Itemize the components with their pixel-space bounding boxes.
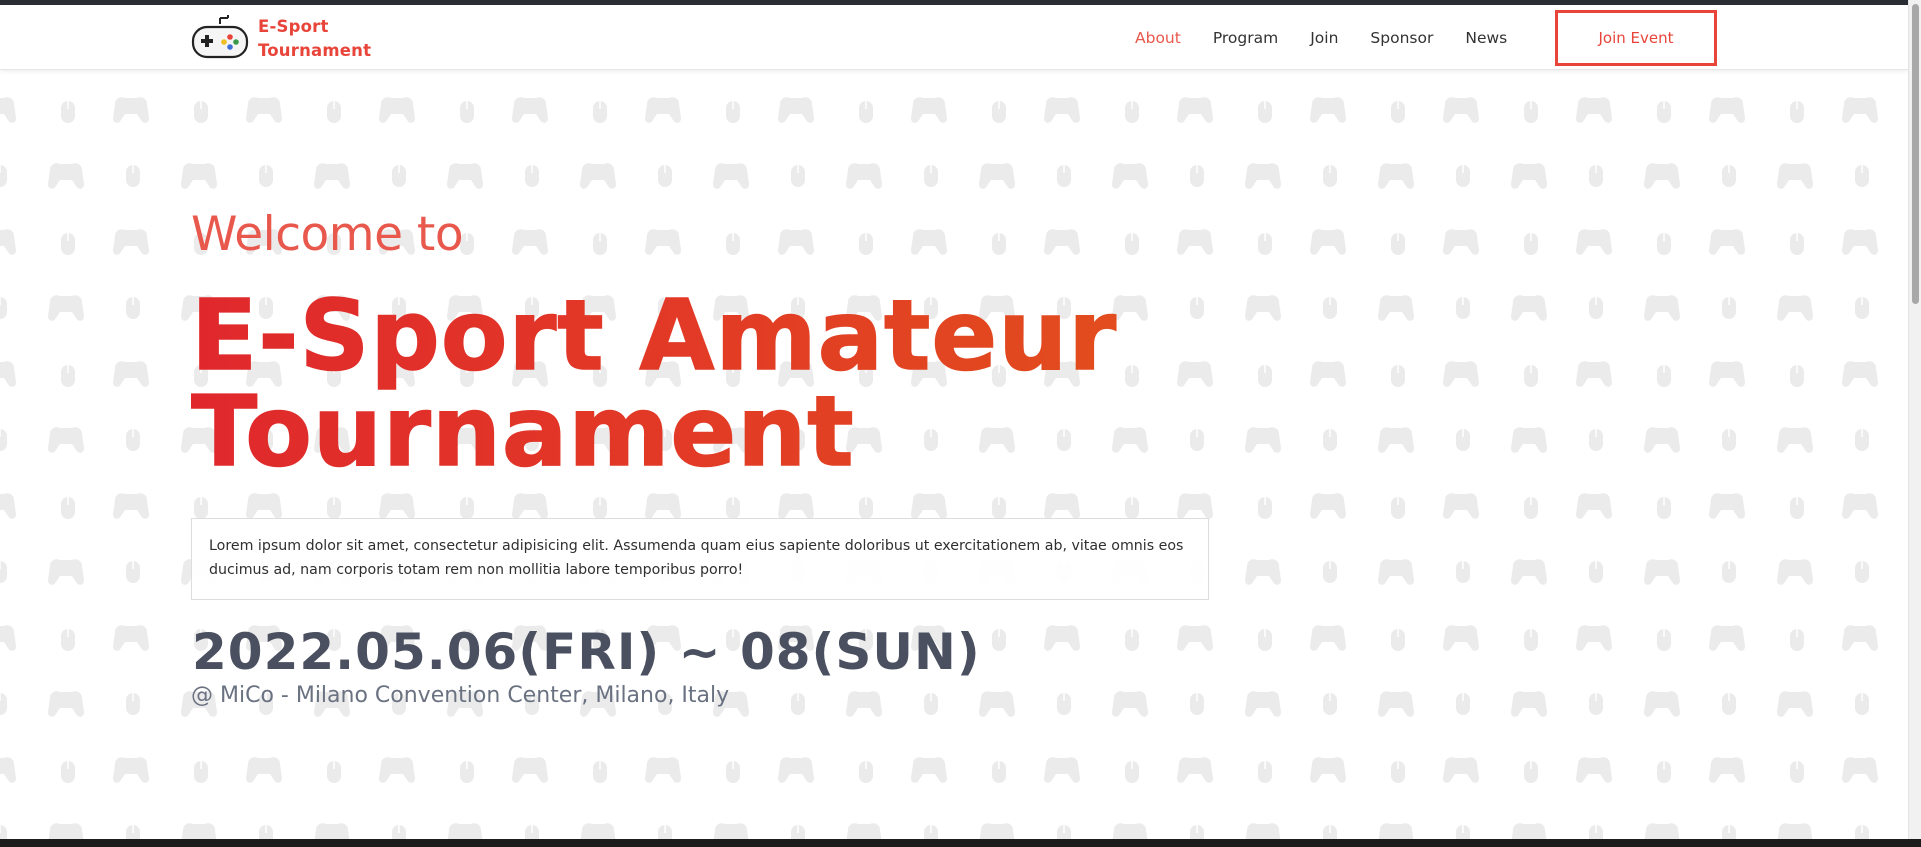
hero-title-line-2: Tournament xyxy=(190,375,855,488)
join-event-button[interactable]: Join Event xyxy=(1555,10,1717,66)
nav-item-about[interactable]: About xyxy=(1135,29,1181,47)
nav-item-program[interactable]: Program xyxy=(1213,29,1278,47)
brand-line-2: Tournament xyxy=(258,41,372,60)
event-venue: @ MiCo - Milano Convention Center, Milan… xyxy=(191,683,730,708)
nav-item-news[interactable]: News xyxy=(1465,29,1507,47)
nav-item-join[interactable]: Join xyxy=(1310,29,1338,47)
scrollbar-thumb[interactable] xyxy=(1912,4,1919,304)
hero-title-line-1: E-Sport Amateur xyxy=(190,279,1118,392)
gamepad-icon xyxy=(191,15,249,59)
site-header: E-Sport Tournament About Program Join Sp… xyxy=(0,5,1908,70)
main-nav: About Program Join Sponsor News xyxy=(1135,5,1539,70)
vertical-scrollbar[interactable] xyxy=(1908,0,1921,839)
page-viewport: E-Sport Tournament About Program Join Sp… xyxy=(0,0,1921,847)
window-bottom-strip xyxy=(0,839,1921,847)
brand-line-1: E-Sport xyxy=(258,17,329,36)
nav-item-sponsor[interactable]: Sponsor xyxy=(1370,29,1433,47)
hero-description: Lorem ipsum dolor sit amet, consectetur … xyxy=(191,518,1209,600)
brand-logo[interactable]: E-Sport Tournament xyxy=(190,14,371,64)
hero-welcome: Welcome to xyxy=(191,207,464,262)
brand-name: E-Sport Tournament xyxy=(258,15,371,63)
event-date: 2022.05.06(FRI) ~ 08(SUN) xyxy=(192,623,981,681)
hero-title: E-Sport Amateur Tournament xyxy=(190,279,1291,488)
